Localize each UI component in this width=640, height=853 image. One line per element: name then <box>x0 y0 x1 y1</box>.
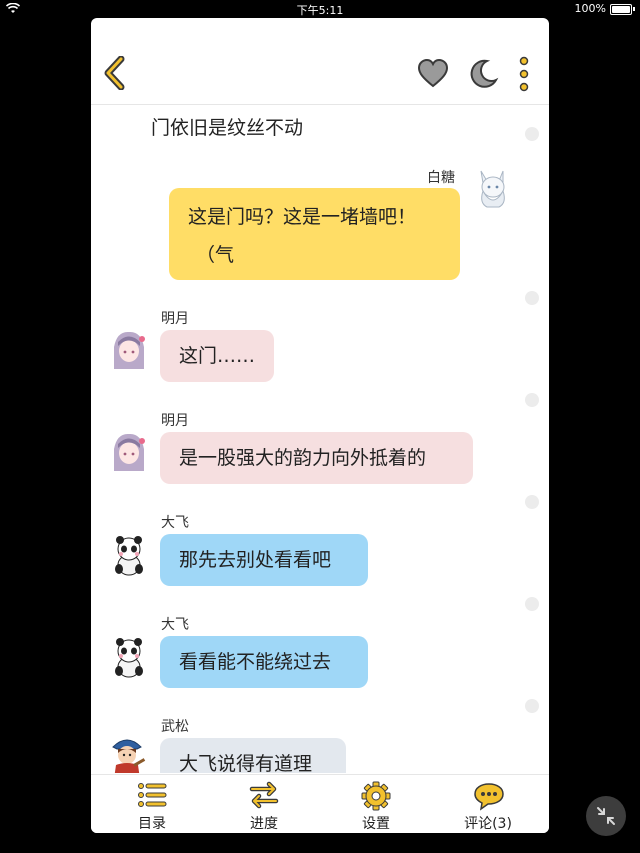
speaker-name: 白糖 <box>427 170 455 186</box>
battery-percentage: 100% <box>574 2 606 15</box>
comment-dot[interactable] <box>525 291 539 305</box>
speaker-name: 大飞 <box>161 515 189 531</box>
nav-catalog[interactable]: 目录 <box>97 775 207 833</box>
comment-dot[interactable] <box>525 393 539 407</box>
comment-dot[interactable] <box>525 495 539 509</box>
speaker-name: 武松 <box>161 719 189 735</box>
nav-label: 评论(3) <box>464 816 512 832</box>
message-text: 是一股强大的韵力向外抵着的 <box>179 447 427 469</box>
comment-dot[interactable] <box>525 699 539 713</box>
message-text-line: 这是门吗？这是一堵墙吧！ <box>188 206 417 228</box>
avatar-white-fox[interactable] <box>473 165 513 209</box>
status-bar: 下午5:11 100% <box>0 0 640 18</box>
message-bubble: 这是门吗？这是一堵墙吧！ （气 <box>169 188 460 280</box>
nav-progress[interactable]: 进度 <box>209 775 319 833</box>
nav-label: 进度 <box>250 816 278 832</box>
message-bubble: 那先去别处看看吧 <box>160 534 368 586</box>
message-bubble: 大飞说得有道理 <box>160 738 346 773</box>
nav-label: 设置 <box>362 816 390 832</box>
bottom-nav: 目录 进度 设置 评论(3) <box>91 774 549 833</box>
message-text: 看看能不能绕过去 <box>179 651 332 673</box>
top-toolbar <box>91 18 549 105</box>
avatar-dafei-panda[interactable] <box>109 533 149 577</box>
comment-dot[interactable] <box>525 127 539 141</box>
collapse-button[interactable] <box>586 796 626 836</box>
message-text: 那先去别处看看吧 <box>179 549 332 571</box>
speaker-name: 明月 <box>161 413 189 429</box>
message-bubble: 是一股强大的韵力向外抵着的 <box>160 432 473 484</box>
moon-icon[interactable] <box>467 58 499 90</box>
list-icon <box>138 783 167 807</box>
speaker-name: 明月 <box>161 311 189 327</box>
nav-settings[interactable]: 设置 <box>321 775 431 833</box>
reader-panel: 门依旧是纹丝不动 白糖 这是门吗？这是一堵墙吧！ （气 明月 这门…… 明月 是… <box>91 18 549 833</box>
message-text-line: （气 <box>196 244 235 266</box>
swap-arrows-icon <box>249 781 279 809</box>
chat-content[interactable]: 门依旧是纹丝不动 白糖 这是门吗？这是一堵墙吧！ （气 明月 这门…… 明月 是… <box>91 105 549 773</box>
avatar-mingyue[interactable] <box>109 431 149 475</box>
status-time: 下午5:11 <box>296 4 344 17</box>
avatar-dafei-panda[interactable] <box>109 635 149 679</box>
battery-icon <box>610 4 632 15</box>
narration-text: 门依旧是纹丝不动 <box>151 117 304 139</box>
avatar-wusong[interactable] <box>107 735 147 773</box>
heart-icon[interactable] <box>417 58 449 90</box>
comment-dot[interactable] <box>525 597 539 611</box>
message-text: 这门…… <box>179 345 256 367</box>
nav-label: 目录 <box>138 816 166 832</box>
chat-bubble-icon <box>474 783 504 811</box>
avatar-mingyue[interactable] <box>109 329 149 373</box>
nav-comments[interactable]: 评论(3) <box>433 775 543 833</box>
message-text: 大飞说得有道理 <box>179 753 313 773</box>
more-vertical-icon[interactable] <box>517 56 531 92</box>
gear-icon <box>361 781 391 811</box>
chevron-left-icon[interactable] <box>101 56 129 90</box>
message-bubble: 这门…… <box>160 330 274 382</box>
message-bubble: 看看能不能绕过去 <box>160 636 368 688</box>
speaker-name: 大飞 <box>161 617 189 633</box>
collapse-arrows-icon <box>597 807 615 825</box>
